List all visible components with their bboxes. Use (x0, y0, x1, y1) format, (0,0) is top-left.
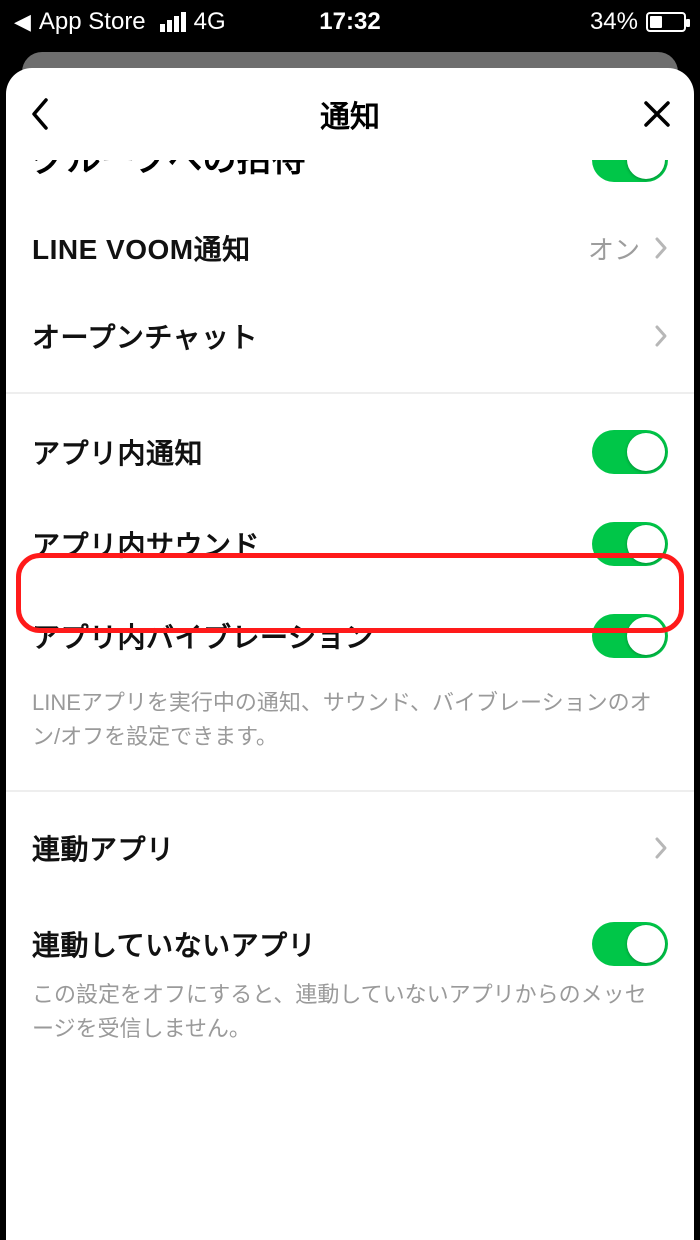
row-label: アプリ内サウンド (32, 524, 260, 564)
row-label: 連動アプリ (32, 828, 175, 868)
status-network: 4G (194, 8, 226, 36)
row-label: グループへの招待 (32, 160, 306, 180)
row-label: 連動していないアプリ (32, 924, 316, 964)
signal-icon (160, 12, 186, 32)
row-line-voom[interactable]: LINE VOOM通知 オン (6, 204, 694, 292)
status-battery-pct: 34% (590, 8, 638, 36)
toggle-unlinked-apps[interactable] (592, 922, 668, 966)
in-app-description: LINEアプリを実行中の通知、サウンド、バイブレーションのオン/オフを設定できま… (6, 682, 694, 778)
status-bar: ◀ App Store 4G 17:32 34% (0, 0, 700, 44)
close-button[interactable] (642, 99, 672, 129)
toggle-in-app-sound[interactable] (592, 522, 668, 566)
row-openchat[interactable]: オープンチャット (6, 292, 694, 380)
divider (6, 392, 694, 394)
unlinked-description: この設定をオフにすると、連動していないアプリからのメッセージを受信しません。 (6, 978, 694, 1070)
row-in-app-vibe[interactable]: アプリ内バイブレーション (6, 590, 694, 682)
close-icon (642, 99, 672, 129)
chevron-right-icon (654, 836, 668, 860)
toggle-in-app-notif[interactable] (592, 430, 668, 474)
toggle-group-invite[interactable] (592, 160, 668, 182)
back-caret-icon[interactable]: ◀ (14, 9, 31, 35)
status-right: 34% (590, 8, 686, 36)
settings-sheet: 通知 グループへの招待 LINE VOOM通知 オン (6, 68, 694, 1240)
row-in-app-notif[interactable]: アプリ内通知 (6, 406, 694, 498)
chevron-right-icon (654, 236, 668, 260)
row-group-invite[interactable]: グループへの招待 (6, 160, 694, 204)
toggle-in-app-vibe[interactable] (592, 614, 668, 658)
row-label: オープンチャット (32, 316, 258, 356)
row-label: LINE VOOM通知 (32, 228, 251, 268)
content[interactable]: グループへの招待 LINE VOOM通知 オン オープンチャット (6, 160, 694, 1070)
chevron-left-icon (28, 96, 50, 132)
page-title: 通知 (320, 92, 380, 136)
status-time: 17:32 (319, 8, 380, 36)
chevron-right-icon (654, 324, 668, 348)
row-linked-apps[interactable]: 連動アプリ (6, 804, 694, 892)
status-left: ◀ App Store 4G (14, 8, 226, 36)
row-label: アプリ内通知 (32, 432, 203, 472)
status-back-app[interactable]: App Store (39, 8, 146, 36)
divider (6, 790, 694, 792)
row-label: アプリ内バイブレーション (32, 616, 373, 656)
nav-bar: 通知 (6, 68, 694, 160)
row-unlinked-apps[interactable]: 連動していないアプリ (6, 892, 694, 978)
row-in-app-sound[interactable]: アプリ内サウンド (6, 498, 694, 590)
back-button[interactable] (28, 96, 50, 132)
row-value: オン (588, 230, 640, 267)
battery-icon (646, 12, 686, 32)
